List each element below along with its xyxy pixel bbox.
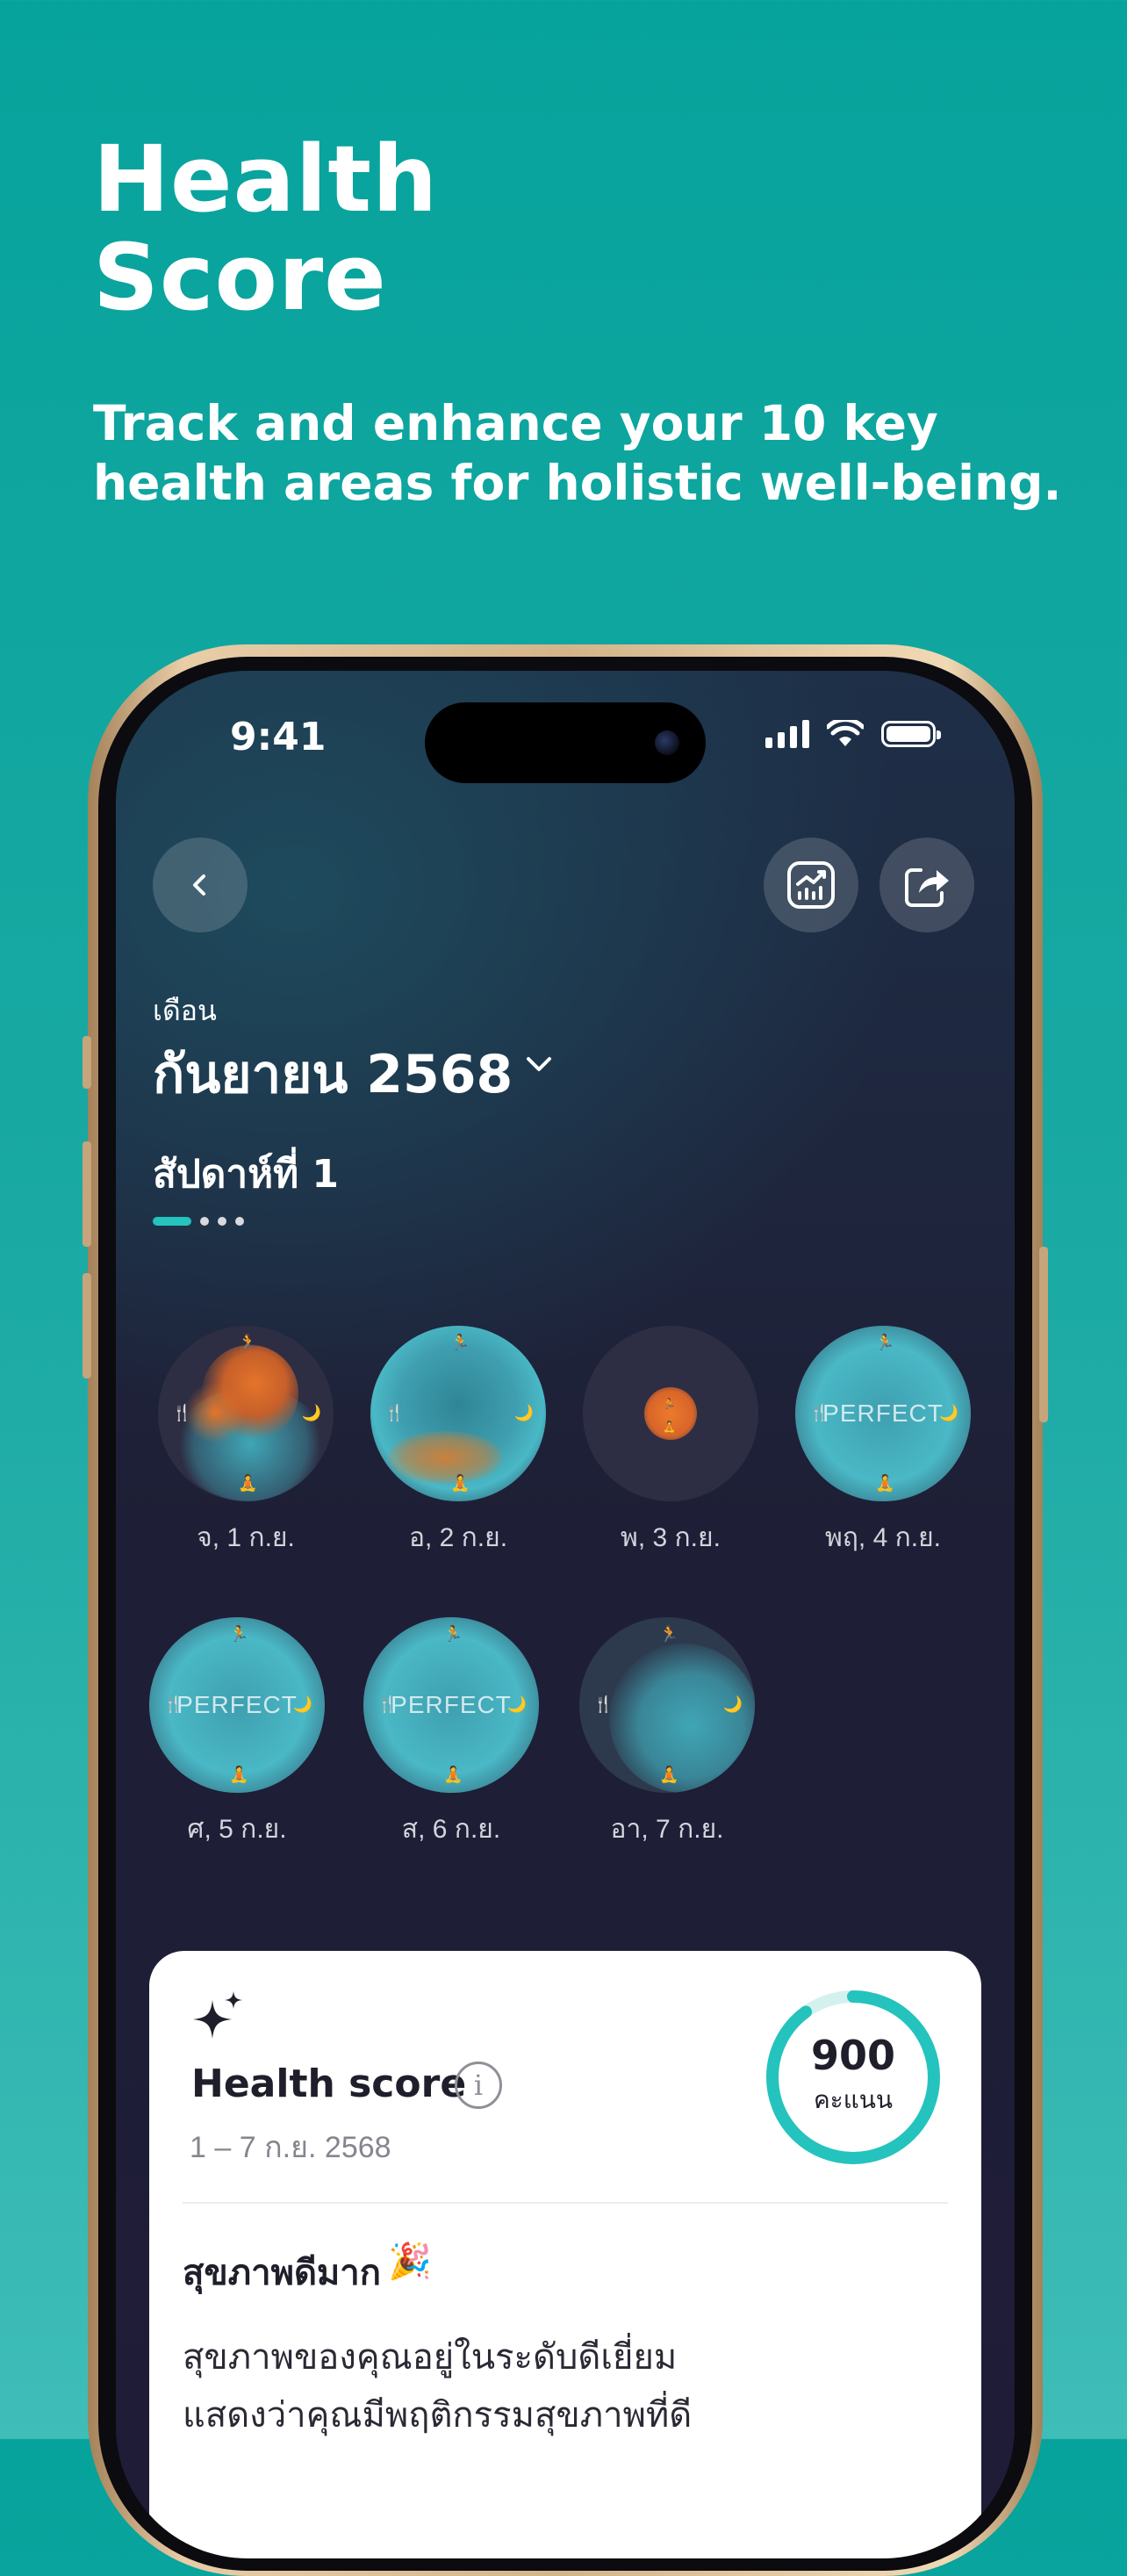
month-selector[interactable]: กันยายน 2568 — [153, 1033, 513, 1116]
day-health-bubble: 🏃 🍴 🌙 🧘 — [158, 1326, 334, 1501]
mindfulness-icon: 🧘 — [238, 1474, 258, 1492]
nutrition-icon: 🍴 — [172, 1404, 192, 1421]
status-icons — [765, 720, 941, 748]
card-divider — [183, 2202, 948, 2204]
info-icon[interactable]: i — [455, 2062, 502, 2109]
day-label: จ, 1 ก.ย. — [197, 1523, 295, 1552]
score-unit: คะแนน — [813, 2086, 894, 2113]
sparkle-icon — [193, 1991, 242, 2039]
hero-title-line-2: Score — [93, 224, 387, 331]
health-score-title: Health score — [191, 2062, 467, 2106]
day-health-bubble: 🏃 🍴 🌙 🧘 — [579, 1617, 755, 1793]
hero-title: Health Score — [93, 130, 438, 327]
cellular-signal-icon — [765, 720, 809, 748]
phone-screen: 9:41 เดือน กันยายน 2568 สัปดาห์ที่ 1 🏃 🍴… — [116, 671, 1015, 2558]
party-popper-icon: 🎉 — [388, 2242, 432, 2281]
mindfulness-icon: 🧘 — [875, 1474, 895, 1492]
month-label: เดือน — [153, 995, 217, 1026]
exercise-icon: 🏃 — [229, 1625, 249, 1643]
pager-dot[interactable] — [200, 1217, 209, 1226]
wifi-icon — [827, 720, 864, 746]
nutrition-icon: 🍴 — [593, 1695, 614, 1713]
health-score-card[interactable]: Health score i 1 – 7 ก.ย. 2568 900 คะแนน… — [149, 1951, 981, 2558]
phone-volume-up-button — [83, 1141, 91, 1247]
share-icon — [905, 868, 949, 907]
nutrition-icon: 🍴 — [809, 1404, 829, 1421]
day-label: ส, 6 ก.ย. — [401, 1815, 501, 1844]
day-item[interactable]: PERFECT 🏃 🍴 🌙 🧘 ส, 6 ก.ย. — [363, 1617, 539, 1850]
hero-subtitle-line-2: health areas for holistic well-being. — [93, 455, 1062, 511]
health-description-line-2: แสดงว่าคุณมีพฤติกรรมสุขภาพที่ดี — [183, 2396, 693, 2435]
mindfulness-icon: 🧘 — [443, 1766, 463, 1783]
day-item[interactable]: 🏃 🍴 🌙 🧘 อ, 2 ก.ย. — [370, 1326, 546, 1558]
day-health-bubble: PERFECT 🏃 🍴 🌙 🧘 — [363, 1617, 539, 1793]
pager-dot-active[interactable] — [153, 1217, 191, 1226]
day-label: พฤ, 4 ก.ย. — [824, 1523, 942, 1552]
sleep-icon: 🌙 — [301, 1404, 321, 1421]
exercise-icon: 🏃 — [443, 1625, 463, 1643]
nutrition-icon: 🍴 — [384, 1404, 405, 1421]
day-item[interactable]: PERFECT 🏃 🍴 🌙 🧘 พฤ, 4 ก.ย. — [795, 1326, 971, 1558]
hero-title-line-1: Health — [93, 126, 439, 233]
back-button[interactable] — [153, 838, 248, 932]
day-item[interactable]: 🏃 🧘 พ, 3 ก.ย. — [583, 1326, 758, 1558]
front-camera — [655, 730, 679, 755]
dynamic-island — [425, 702, 706, 783]
sleep-icon: 🌙 — [722, 1695, 743, 1713]
exercise-icon: 🏃 — [238, 1334, 258, 1351]
phone-volume-down-button — [83, 1273, 91, 1378]
sleep-icon: 🌙 — [938, 1404, 958, 1421]
health-status: สุขภาพดีมาก — [183, 2253, 381, 2293]
nutrition-icon: 🍴 — [163, 1695, 183, 1713]
status-time: 9:41 — [230, 715, 327, 759]
date-range: 1 – 7 ก.ย. 2568 — [190, 2131, 391, 2164]
day-label: ศ, 5 ก.ย. — [187, 1815, 287, 1844]
day-item[interactable]: 🏃 🍴 🌙 🧘 อา, 7 ก.ย. — [579, 1617, 755, 1850]
day-item[interactable]: 🏃 🍴 🌙 🧘 จ, 1 ก.ย. — [158, 1326, 334, 1558]
day-label: อ, 2 ก.ย. — [408, 1523, 508, 1552]
health-description-line-1: สุขภาพของคุณอยู่ในระดับดีเยี่ยม — [183, 2338, 678, 2377]
day-label: พ, 3 ก.ย. — [621, 1523, 721, 1552]
chevron-left-icon — [193, 874, 205, 896]
day-health-bubble: PERFECT 🏃 🍴 🌙 🧘 — [149, 1617, 325, 1793]
day-health-bubble: PERFECT 🏃 🍴 🌙 🧘 — [795, 1326, 971, 1501]
perfect-label: PERFECT — [176, 1691, 298, 1718]
phone-power-button — [1039, 1247, 1048, 1422]
mindfulness-icon: 🧘 — [659, 1766, 679, 1783]
exercise-icon: 🏃 — [450, 1334, 470, 1351]
phone-action-button — [83, 1036, 91, 1089]
hero-subtitle: Track and enhance your 10 key health are… — [93, 393, 1102, 513]
day-item[interactable]: PERFECT 🏃 🍴 🌙 🧘 ศ, 5 ก.ย. — [149, 1617, 325, 1850]
perfect-label: PERFECT — [822, 1400, 944, 1427]
hero-subtitle-line-1: Track and enhance your 10 key — [93, 395, 938, 451]
share-button[interactable] — [879, 838, 974, 932]
day-health-bubble: 🏃 🧘 — [583, 1326, 758, 1501]
mindfulness-icon: 🧘 — [450, 1474, 470, 1492]
week-label: สัปดาห์ที่ 1 — [153, 1152, 340, 1197]
day-health-bubble: 🏃 🍴 🌙 🧘 — [370, 1326, 546, 1501]
pager-dot[interactable] — [235, 1217, 244, 1226]
trend-report-button[interactable] — [764, 838, 858, 932]
chart-trend-icon — [787, 861, 835, 909]
pager-dot[interactable] — [218, 1217, 226, 1226]
mindfulness-icon: 🧘 — [229, 1766, 249, 1783]
exercise-icon: 🏃 — [659, 1625, 679, 1643]
chevron-down-icon[interactable] — [521, 1047, 556, 1082]
battery-icon — [881, 721, 941, 747]
week-pager[interactable] — [153, 1217, 244, 1226]
nutrition-icon: 🍴 — [377, 1695, 398, 1713]
score-value: 900 — [810, 2032, 896, 2079]
perfect-label: PERFECT — [391, 1691, 512, 1718]
sleep-icon: 🌙 — [292, 1695, 312, 1713]
sleep-icon: 🌙 — [506, 1695, 527, 1713]
exercise-icon: 🏃 — [875, 1334, 895, 1351]
day-label: อา, 7 ก.ย. — [610, 1815, 724, 1844]
sleep-icon: 🌙 — [513, 1404, 534, 1421]
